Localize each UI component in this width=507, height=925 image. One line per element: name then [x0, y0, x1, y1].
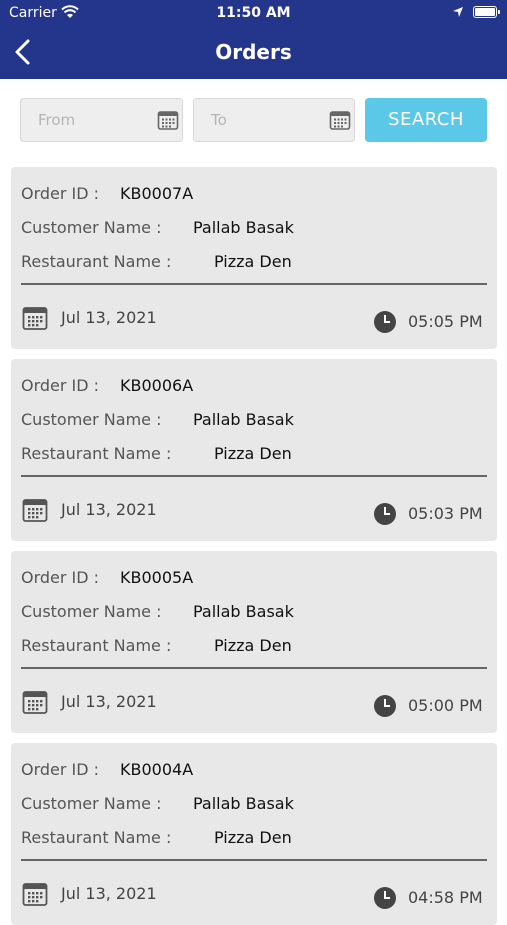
customer-name-label: Customer Name :: [21, 410, 162, 429]
order-id-value: KB0007A: [120, 184, 194, 203]
order-card[interactable]: Order ID : KB0005A Customer Name : Pallab B…: [11, 551, 497, 733]
battery-icon: [473, 6, 497, 18]
from-placeholder: From: [38, 111, 76, 129]
customer-name-value: Pallab Basak: [193, 410, 294, 429]
card-divider: [21, 283, 487, 285]
calendar-icon[interactable]: [329, 109, 351, 131]
from-date-field[interactable]: From: [20, 98, 183, 142]
order-id-label: Order ID :: [21, 184, 100, 203]
order-id-label: Order ID :: [21, 568, 100, 587]
customer-name-value: Pallab Basak: [193, 602, 294, 621]
order-id-label: Order ID :: [21, 376, 100, 395]
app-header: Carrier 11:50 AM Orders: [0, 0, 507, 79]
order-date: Jul 13, 2021: [61, 308, 157, 327]
order-id-value: KB0006A: [120, 376, 194, 395]
page-title: Orders: [215, 40, 292, 64]
restaurant-name-label: Restaurant Name :: [21, 444, 172, 463]
order-card[interactable]: Order ID : KB0006A Customer Name : Pallab B…: [11, 359, 497, 541]
calendar-icon: [22, 691, 48, 714]
order-card[interactable]: Order ID : KB0004A Customer Name : Pallab B…: [11, 743, 497, 925]
order-time: 05:05 PM: [408, 312, 483, 331]
customer-name-value: Pallab Basak: [193, 218, 294, 237]
customer-name-label: Customer Name :: [21, 218, 162, 237]
order-id-value: KB0005A: [120, 568, 194, 587]
calendar-icon: [22, 499, 48, 522]
customer-name-label: Customer Name :: [21, 602, 162, 621]
to-date-field[interactable]: To: [193, 98, 355, 142]
clock-icon: [374, 311, 396, 333]
customer-name-label: Customer Name :: [21, 794, 162, 813]
search-button[interactable]: SEARCH: [365, 98, 487, 142]
restaurant-name-value: Pizza Den: [214, 252, 292, 271]
restaurant-name-label: Restaurant Name :: [21, 636, 172, 655]
order-card[interactable]: Order ID : KB0007A Customer Name : Pallab B…: [11, 167, 497, 349]
customer-name-value: Pallab Basak: [193, 794, 294, 813]
order-date: Jul 13, 2021: [61, 884, 157, 903]
order-id-label: Order ID :: [21, 760, 100, 779]
order-date: Jul 13, 2021: [61, 500, 157, 519]
battery-tip-icon: [498, 10, 500, 14]
status-time: 11:50 AM: [216, 5, 291, 21]
card-divider: [21, 667, 487, 669]
order-time: 05:03 PM: [408, 504, 483, 523]
restaurant-name-value: Pizza Den: [214, 444, 292, 463]
order-time: 05:00 PM: [408, 696, 483, 715]
restaurant-name-label: Restaurant Name :: [21, 252, 172, 271]
card-divider: [21, 475, 487, 477]
order-date: Jul 13, 2021: [61, 692, 157, 711]
restaurant-name-value: Pizza Den: [214, 636, 292, 655]
calendar-icon[interactable]: [157, 109, 179, 131]
clock-icon: [374, 695, 396, 717]
clock-icon: [374, 887, 396, 909]
order-time: 04:58 PM: [408, 888, 483, 907]
calendar-icon: [22, 883, 48, 906]
location-arrow-icon: [453, 7, 463, 17]
restaurant-name-value: Pizza Den: [214, 828, 292, 847]
calendar-icon: [22, 307, 48, 330]
clock-icon: [374, 503, 396, 525]
order-id-value: KB0004A: [120, 760, 194, 779]
restaurant-name-label: Restaurant Name :: [21, 828, 172, 847]
card-divider: [21, 859, 487, 861]
to-placeholder: To: [211, 111, 227, 129]
status-bar: Carrier 11:50 AM: [0, 0, 507, 28]
